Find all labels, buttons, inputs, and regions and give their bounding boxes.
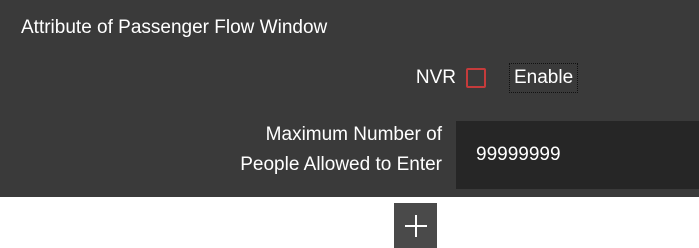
max-people-label-line2: People Allowed to Enter — [240, 154, 442, 175]
add-button[interactable] — [394, 203, 437, 248]
max-people-label-line1: Maximum Number of — [265, 124, 442, 145]
passenger-flow-attribute-panel: Attribute of Passenger Flow Window NVR E… — [0, 0, 699, 197]
max-people-label: Maximum Number of People Allowed to Ente… — [142, 120, 442, 180]
max-people-input[interactable] — [456, 121, 699, 189]
plus-icon — [404, 214, 427, 237]
nvr-enable-label[interactable]: Enable — [509, 63, 579, 93]
panel-title: Attribute of Passenger Flow Window — [21, 17, 328, 38]
nvr-enable-checkbox[interactable] — [466, 68, 486, 88]
nvr-label: NVR — [415, 67, 456, 88]
